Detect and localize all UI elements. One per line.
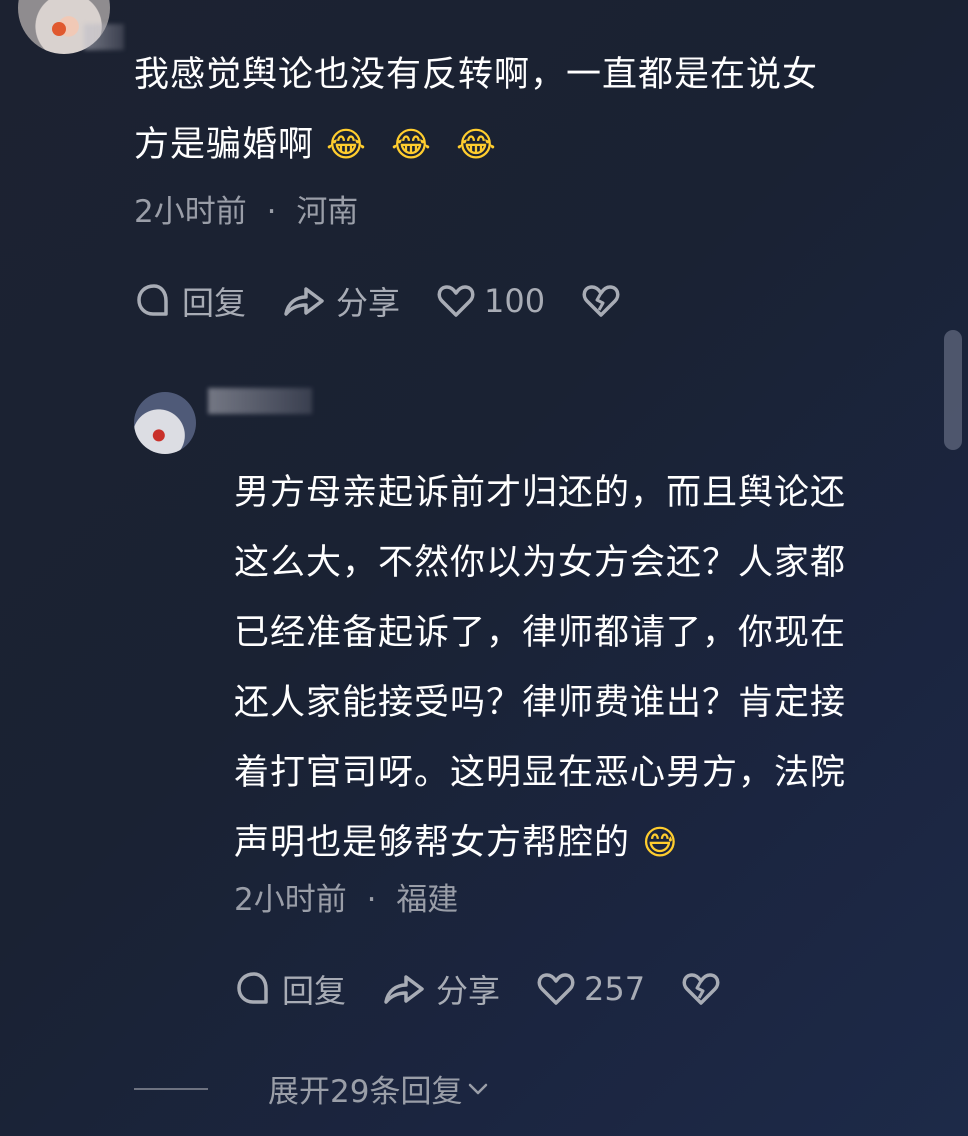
- like-button[interactable]: 100: [436, 281, 545, 321]
- like-count: 257: [584, 970, 646, 1008]
- reply-button[interactable]: 回复: [134, 278, 246, 324]
- comment-time: 2小时前: [134, 194, 247, 230]
- dislike-button[interactable]: [681, 969, 729, 1009]
- share-button[interactable]: 分享: [282, 278, 400, 324]
- broken-heart-icon: [582, 285, 620, 317]
- reply-button[interactable]: 回复: [234, 966, 346, 1012]
- like-button[interactable]: 257: [536, 969, 645, 1009]
- sweat-smile-emoji-icon: 😅: [642, 823, 679, 863]
- meta-separator: ·: [366, 882, 377, 918]
- comment-location: 河南: [296, 194, 359, 230]
- share-arrow-icon: [284, 287, 324, 316]
- comment-text: 我感觉舆论也没有反转啊，一直都是在说女 方是骗婚啊 😂 😂 😂: [134, 55, 819, 165]
- share-label: 分享: [436, 972, 501, 1010]
- comment-bubble-icon: [237, 972, 268, 1004]
- comment-bubble-icon: [137, 284, 168, 316]
- divider: [134, 1087, 208, 1090]
- comment-actions: 回复 分享 257: [234, 966, 765, 1012]
- comment-location: 福建: [396, 882, 459, 918]
- scrollbar[interactable]: [944, 330, 962, 450]
- heart-icon: [537, 973, 575, 1005]
- laughing-emoji-icon: 😂: [326, 125, 367, 165]
- laughing-emoji-icon: 😂: [456, 125, 497, 165]
- meta-separator: ·: [266, 194, 277, 230]
- laughing-emoji-icon: 😂: [391, 125, 432, 165]
- heart-icon: [437, 285, 475, 317]
- share-button[interactable]: 分享: [382, 966, 500, 1012]
- expand-label: 展开29条回复: [268, 1074, 463, 1110]
- avatar[interactable]: [134, 392, 196, 454]
- comment-actions: 回复 分享 100: [134, 278, 665, 324]
- reply-label: 回复: [182, 284, 247, 322]
- reply-text: 男方母亲起诉前才归还的，而且舆论还 这么大，不然你以为女方会还？人家都 已经准备…: [234, 473, 847, 863]
- share-arrow-icon: [384, 975, 424, 1004]
- broken-heart-icon: [682, 973, 720, 1005]
- share-label: 分享: [336, 284, 401, 322]
- chevron-down-icon: [469, 1083, 488, 1094]
- dislike-button[interactable]: [581, 281, 629, 321]
- expand-replies-button[interactable]: 展开29条回复: [134, 1066, 492, 1111]
- comment-meta: 2小时前 · 河南: [134, 186, 358, 231]
- comment-meta: 2小时前 · 福建: [234, 874, 458, 919]
- username-blurred[interactable]: [84, 24, 124, 50]
- comment-time: 2小时前: [234, 882, 347, 918]
- username-blurred[interactable]: [208, 388, 312, 414]
- reply-label: 回复: [282, 972, 347, 1010]
- like-count: 100: [484, 282, 546, 320]
